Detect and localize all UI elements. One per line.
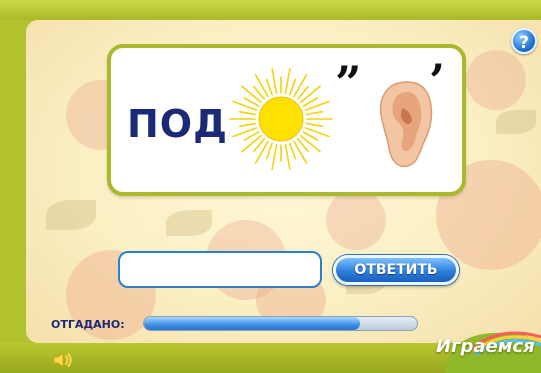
rebus-quote-marks: ” [335, 56, 362, 110]
progress-label: ОТГАДАНО: [51, 318, 125, 331]
logo-text: Играемся [436, 336, 535, 357]
rebus-apostrophe: ’ [429, 54, 446, 108]
help-button[interactable]: ? [511, 28, 537, 54]
background-leaf [166, 210, 212, 236]
background-leaf [46, 200, 96, 230]
answer-button[interactable]: ОТВЕТИТЬ [333, 255, 459, 285]
rebus-prefix-word: ПОД [127, 102, 228, 146]
progress-bar [143, 316, 418, 331]
sound-icon[interactable] [52, 351, 74, 369]
frame-top-bar [0, 0, 541, 20]
background-rose [466, 50, 526, 110]
ear-icon [379, 81, 433, 168]
background-rose [326, 190, 386, 250]
rebus-card: ПОД ” ’ [107, 44, 466, 196]
background-leaf [496, 110, 536, 134]
progress-bar-fill [144, 317, 360, 330]
sun-icon [229, 67, 333, 171]
answer-input[interactable] [118, 251, 322, 288]
